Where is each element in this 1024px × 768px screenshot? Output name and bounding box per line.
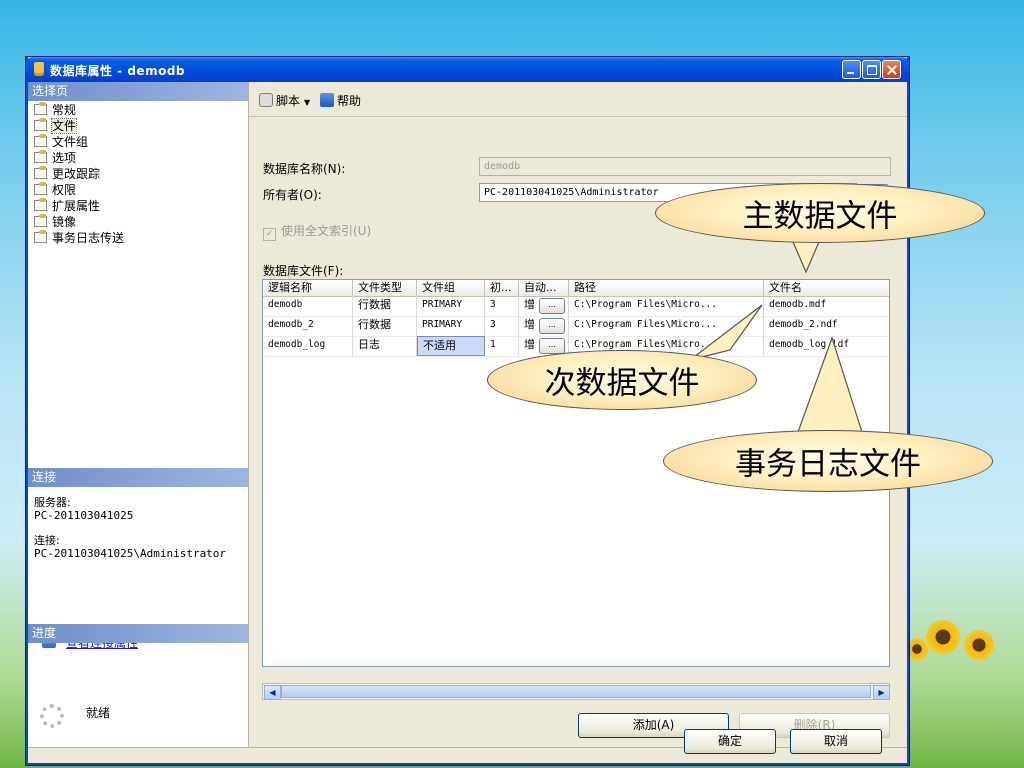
primary-data-file-callout: 主数据文件 (655, 183, 985, 243)
log-callout-tail (797, 336, 863, 433)
secondary-data-file-callout: 次数据文件 (487, 350, 757, 410)
transaction-log-callout: 事务日志文件 (663, 430, 993, 492)
callout-text: 主数据文件 (742, 198, 898, 235)
callout-text: 次数据文件 (544, 365, 700, 402)
callout-text: 事务日志文件 (735, 446, 921, 483)
